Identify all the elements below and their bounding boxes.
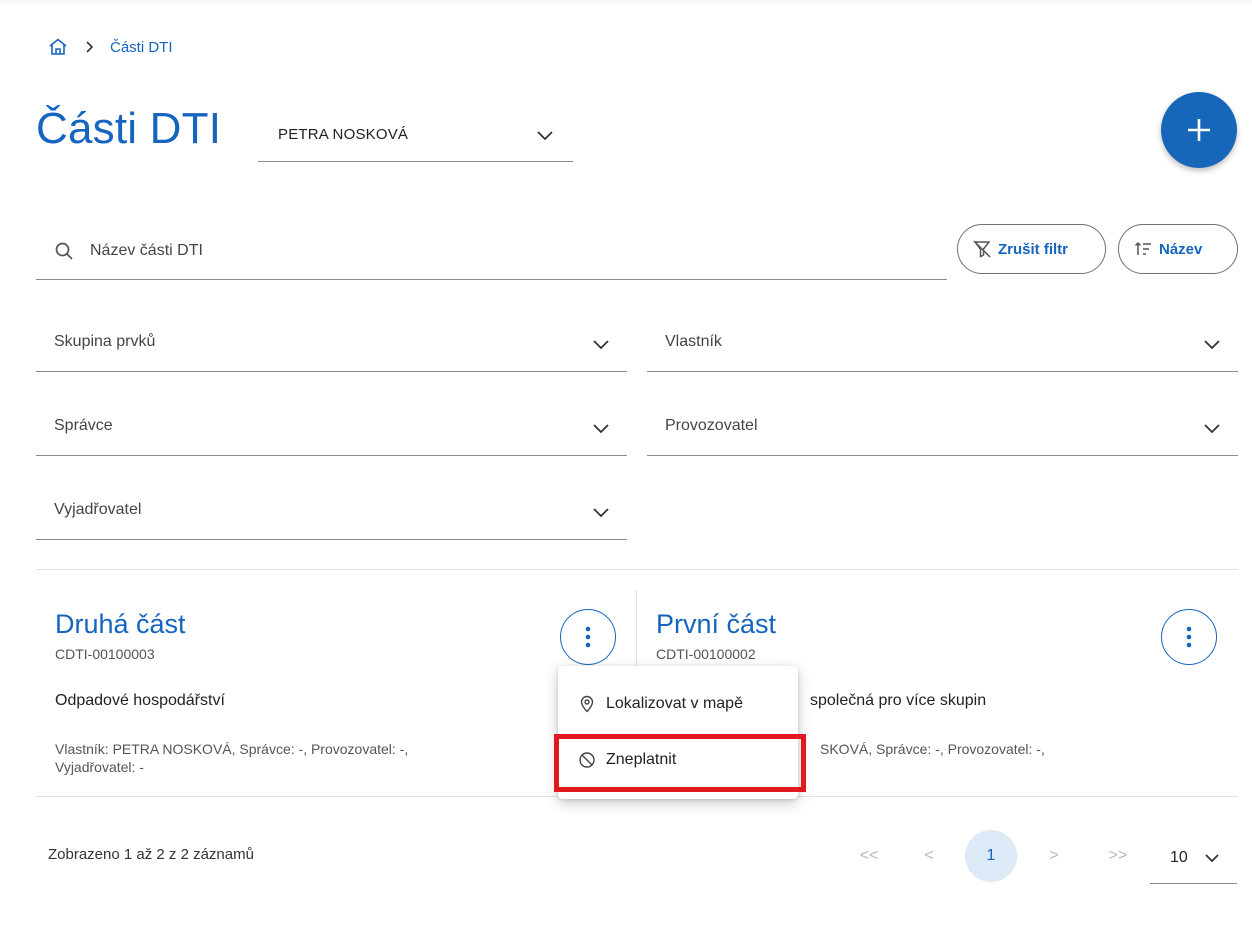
card-group: Odpadové hospodářství: [55, 692, 225, 709]
filter-commenter-select[interactable]: Vyjadřovatel: [36, 480, 627, 540]
search-bar: [36, 222, 947, 280]
card-meta-line: Vlastník: PETRA NOSKOVÁ, Správce: -, Pro…: [55, 741, 409, 757]
filter-off-icon: [973, 240, 991, 258]
card-meta-line: Vyjadřovatel: -: [55, 759, 144, 775]
menu-item-label: Lokalizovat v mapě: [606, 695, 743, 712]
plus-icon: [1188, 119, 1210, 141]
first-page-button[interactable]: <<: [843, 830, 895, 882]
record-count: Zobrazeno 1 až 2 z 2 záznamů: [48, 846, 254, 863]
add-button[interactable]: [1161, 92, 1237, 168]
filter-operator-select[interactable]: Provozovatel: [647, 396, 1238, 456]
menu-item-invalidate[interactable]: Zneplatnit: [558, 733, 798, 787]
filter-administrator-select[interactable]: Správce: [36, 396, 627, 456]
page-title: Části DTI: [36, 104, 222, 153]
search-icon: [54, 241, 74, 261]
clear-filter-button[interactable]: Zrušit filtr: [957, 224, 1106, 274]
page-size-select[interactable]: 10: [1150, 832, 1237, 884]
card-menu-button[interactable]: [1161, 609, 1217, 665]
card-code: CDTI-00100003: [55, 646, 155, 662]
clear-filter-label: Zrušit filtr: [998, 240, 1068, 258]
map-pin-icon: [580, 695, 594, 713]
menu-item-localize[interactable]: Lokalizovat v mapě: [558, 677, 798, 731]
chevron-down-icon: [1202, 418, 1222, 438]
filter-operator-label: Provozovatel: [665, 416, 758, 434]
more-vertical-icon: [585, 626, 591, 648]
filter-commenter-label: Vyjadřovatel: [54, 500, 142, 518]
card-meta: Vlastník: PETRA NOSKOVÁ, Správce: -, Pro…: [55, 740, 408, 776]
last-page-button[interactable]: >>: [1092, 830, 1144, 882]
sort-button[interactable]: Název: [1118, 224, 1238, 274]
filter-group-label: Skupina prvků: [54, 332, 156, 350]
filter-owner-select[interactable]: Vlastník: [647, 312, 1238, 372]
card-title[interactable]: Druhá část: [55, 609, 186, 640]
page-1-button[interactable]: 1: [965, 830, 1017, 882]
breadcrumb-current[interactable]: Části DTI: [110, 39, 173, 56]
chevron-down-icon: [591, 418, 611, 438]
chevron-down-icon: [535, 125, 555, 145]
filter-group-select[interactable]: Skupina prvků: [36, 312, 627, 372]
card-meta-line: SKOVÁ, Správce: -, Provozovatel: -,: [820, 741, 1045, 757]
filter-owner-label: Vlastník: [665, 332, 722, 350]
page-size-value: 10: [1170, 848, 1188, 866]
owner-select[interactable]: PETRA NOSKOVÁ: [258, 108, 573, 162]
next-page-button[interactable]: >: [1028, 830, 1080, 882]
list-top-divider: [36, 569, 1238, 570]
home-icon[interactable]: [48, 37, 68, 57]
filter-administrator-label: Správce: [54, 416, 113, 434]
search-input[interactable]: [90, 241, 890, 260]
sort-icon: [1134, 241, 1151, 255]
menu-item-label: Zneplatnit: [606, 751, 677, 768]
chevron-right-icon: [82, 40, 96, 54]
card-title[interactable]: První část: [656, 609, 776, 640]
chevron-down-icon: [1202, 334, 1222, 354]
owner-select-value: PETRA NOSKOVÁ: [278, 126, 409, 143]
more-vertical-icon: [1186, 626, 1192, 648]
sort-label: Název: [1159, 240, 1203, 258]
card-code: CDTI-00100002: [656, 646, 756, 662]
card-meta: SKOVÁ, Správce: -, Provozovatel: -,: [820, 740, 1045, 758]
chevron-down-icon: [1203, 849, 1221, 867]
card-menu-button[interactable]: [560, 609, 616, 665]
block-icon: [579, 752, 595, 768]
breadcrumb: Části DTI: [48, 36, 173, 58]
top-bar-shadow: [0, 0, 1252, 6]
chevron-down-icon: [591, 334, 611, 354]
card-context-menu: Lokalizovat v mapě Zneplatnit: [558, 666, 798, 799]
prev-page-button[interactable]: <: [903, 830, 955, 882]
card-group: společná pro více skupin: [810, 692, 987, 709]
chevron-down-icon: [591, 502, 611, 522]
